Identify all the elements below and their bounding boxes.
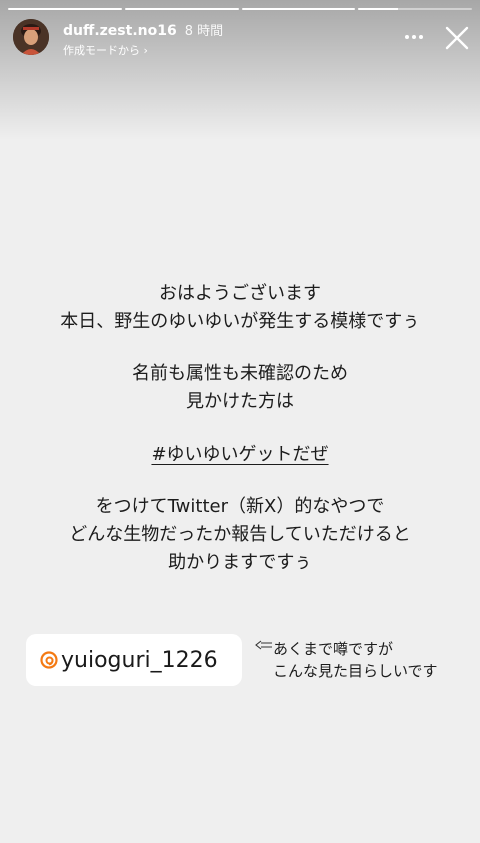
story-progress-bars [8,8,472,10]
story-text-greeting: おはようございます [159,283,321,304]
more-horizontal-icon [405,35,423,39]
story-text-line: をつけてTwitter（新X）的なやつで [95,496,385,517]
progress-segment [241,8,356,10]
note-text-line: あくまで噂ですが [273,640,394,658]
threads-icon [40,651,58,669]
user-info: duff.zest.no16 8 時間 作成モードから › [63,20,223,58]
left-arrow-icon [255,640,272,650]
hashtag-link[interactable]: #ゆいゆいゲットだぜ [151,444,328,465]
progress-segment [358,8,472,10]
username[interactable]: duff.zest.no16 [63,23,177,39]
time-ago: 8 時間 [184,24,224,39]
progress-fill [8,8,122,10]
hashtag-text: #ゆいゆいゲットだぜ [0,440,480,466]
close-icon [445,26,469,50]
mention-sticker[interactable]: yuioguri_1226 [26,634,242,686]
story-text-line: 名前も属性も未確認のため [132,363,348,384]
close-button[interactable] [443,24,471,52]
story-text-line: 助かりますですぅ [168,552,312,573]
progress-segment [8,8,122,10]
progress-fill [358,8,399,10]
user-line: duff.zest.no16 8 時間 [63,20,223,39]
story-text-line: 本日、野生のゆいゆいが発生する模様ですぅ [60,311,420,332]
progress-fill [241,8,356,10]
mention-handle: yuioguri_1226 [61,647,218,673]
note-text-line: こんな見た目らしいです [273,662,438,680]
avatar[interactable] [13,19,49,55]
story-text-line: どんな生物だったか報告していただけると [69,524,411,545]
progress-fill [124,8,239,10]
story-text-line: 見かけた方は [186,391,294,412]
profile-avatar-image [13,19,49,55]
more-options-button[interactable] [400,27,428,47]
progress-segment [124,8,239,10]
story-header: duff.zest.no16 8 時間 作成モードから › [13,19,470,57]
creation-source-link[interactable]: 作成モードから › [63,42,223,58]
